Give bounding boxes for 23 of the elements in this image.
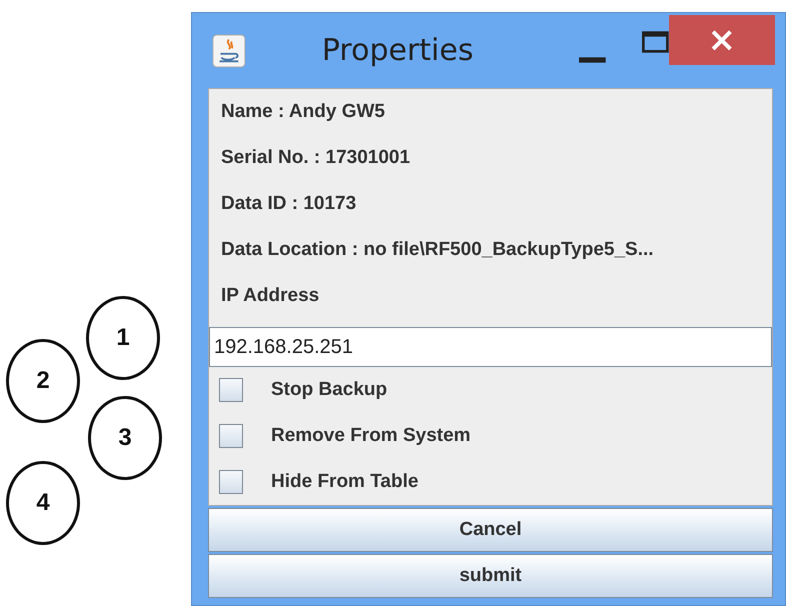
callout-number: 2 [6,339,80,423]
info-label: Serial No. : 17301001 [220,146,412,170]
ip-address-field[interactable]: 192.168.25.251 [209,327,772,367]
cancel-button[interactable]: Cancel [208,508,773,552]
info-label: Data Location : no file\RF500_BackupType5_S... [220,238,655,262]
close-button[interactable]: × [668,15,775,65]
ip-address-label: IP Address [220,284,320,308]
checkbox[interactable] [219,424,243,448]
checkbox-label[interactable]: Hide From Table [271,471,418,493]
checkbox-label[interactable]: Remove From System [271,425,471,447]
callout-number: 1 [86,296,160,380]
window-title: Properties [322,33,474,68]
callout-number: 3 [88,396,162,480]
minimize-icon[interactable] [579,57,606,63]
submit-button[interactable]: submit [208,554,773,598]
info-label: Name : Andy GW5 [220,100,386,124]
app-icon [212,33,246,69]
info-label: Data ID : 10173 [220,192,358,216]
checkbox[interactable] [219,378,243,402]
callout-number: 4 [6,461,80,545]
checkbox[interactable] [219,470,243,494]
checkbox-label[interactable]: Stop Backup [271,379,388,401]
maximize-icon[interactable] [642,30,669,54]
